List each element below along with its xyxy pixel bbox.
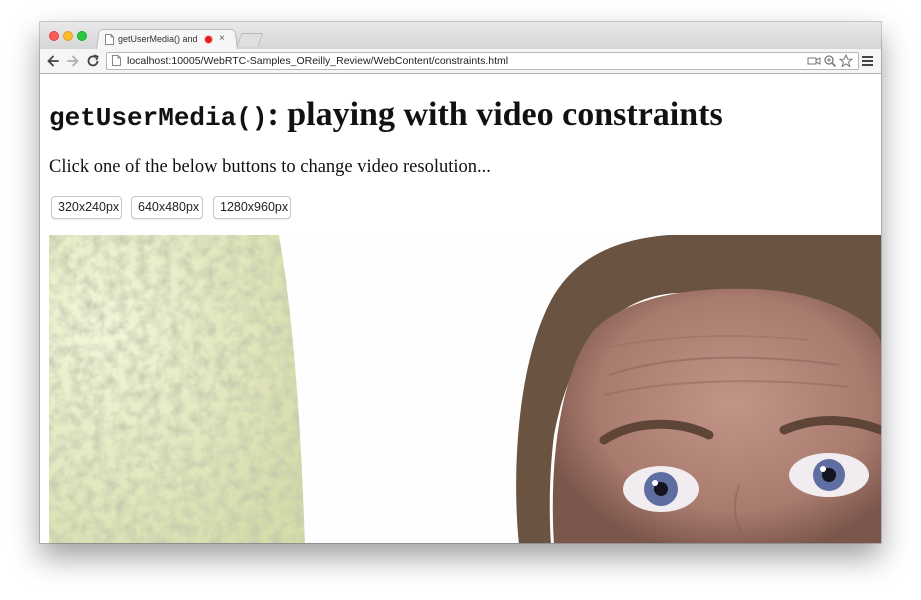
tab-title: getUserMedia() and con [118,34,200,44]
browser-window: getUserMedia() and con × localhost:10005… [40,22,881,543]
recording-dot-icon [204,34,213,44]
instructions-text: Click one of the below buttons to change… [49,157,491,177]
browser-toolbar: localhost:10005/WebRTC-Samples_OReilly_R… [40,49,881,74]
tab-strip: getUserMedia() and con × [40,22,881,50]
resolution-1280x960-button[interactable]: 1280x960px [213,196,291,219]
back-arrow-icon[interactable] [45,53,61,69]
textured-wall [49,235,305,543]
new-tab-button[interactable] [236,33,264,46]
address-bar[interactable]: localhost:10005/WebRTC-Samples_OReilly_R… [106,52,859,70]
forward-arrow-icon[interactable] [65,53,81,69]
resolution-640x480-button[interactable]: 640x480px [131,196,203,219]
page-title-text: : playing with video constraints [267,96,723,133]
video-camera-icon[interactable] [807,54,821,68]
page-icon [112,55,121,66]
page-title-code: getUserMedia() [49,103,268,133]
window-zoom-button[interactable] [77,31,87,41]
reload-icon[interactable] [85,53,101,69]
resolution-320x240-button[interactable]: 320x240px [51,196,122,219]
tab-content[interactable]: getUserMedia() and con × [103,30,233,48]
star-icon[interactable] [839,54,853,68]
window-close-button[interactable] [49,31,59,41]
page-content: getUserMedia(): playing with video const… [40,74,881,543]
page-title: getUserMedia(): playing with video const… [49,94,723,139]
webcam-frame [49,235,881,543]
video-preview [49,235,881,543]
person-face [516,235,881,543]
tab-close-icon[interactable]: × [219,34,225,44]
window-minimize-button[interactable] [63,31,73,41]
url-text[interactable]: localhost:10005/WebRTC-Samples_OReilly_R… [127,54,508,68]
page-icon [105,33,114,45]
zoom-icon[interactable] [823,54,837,68]
hamburger-menu-icon[interactable] [862,55,873,67]
